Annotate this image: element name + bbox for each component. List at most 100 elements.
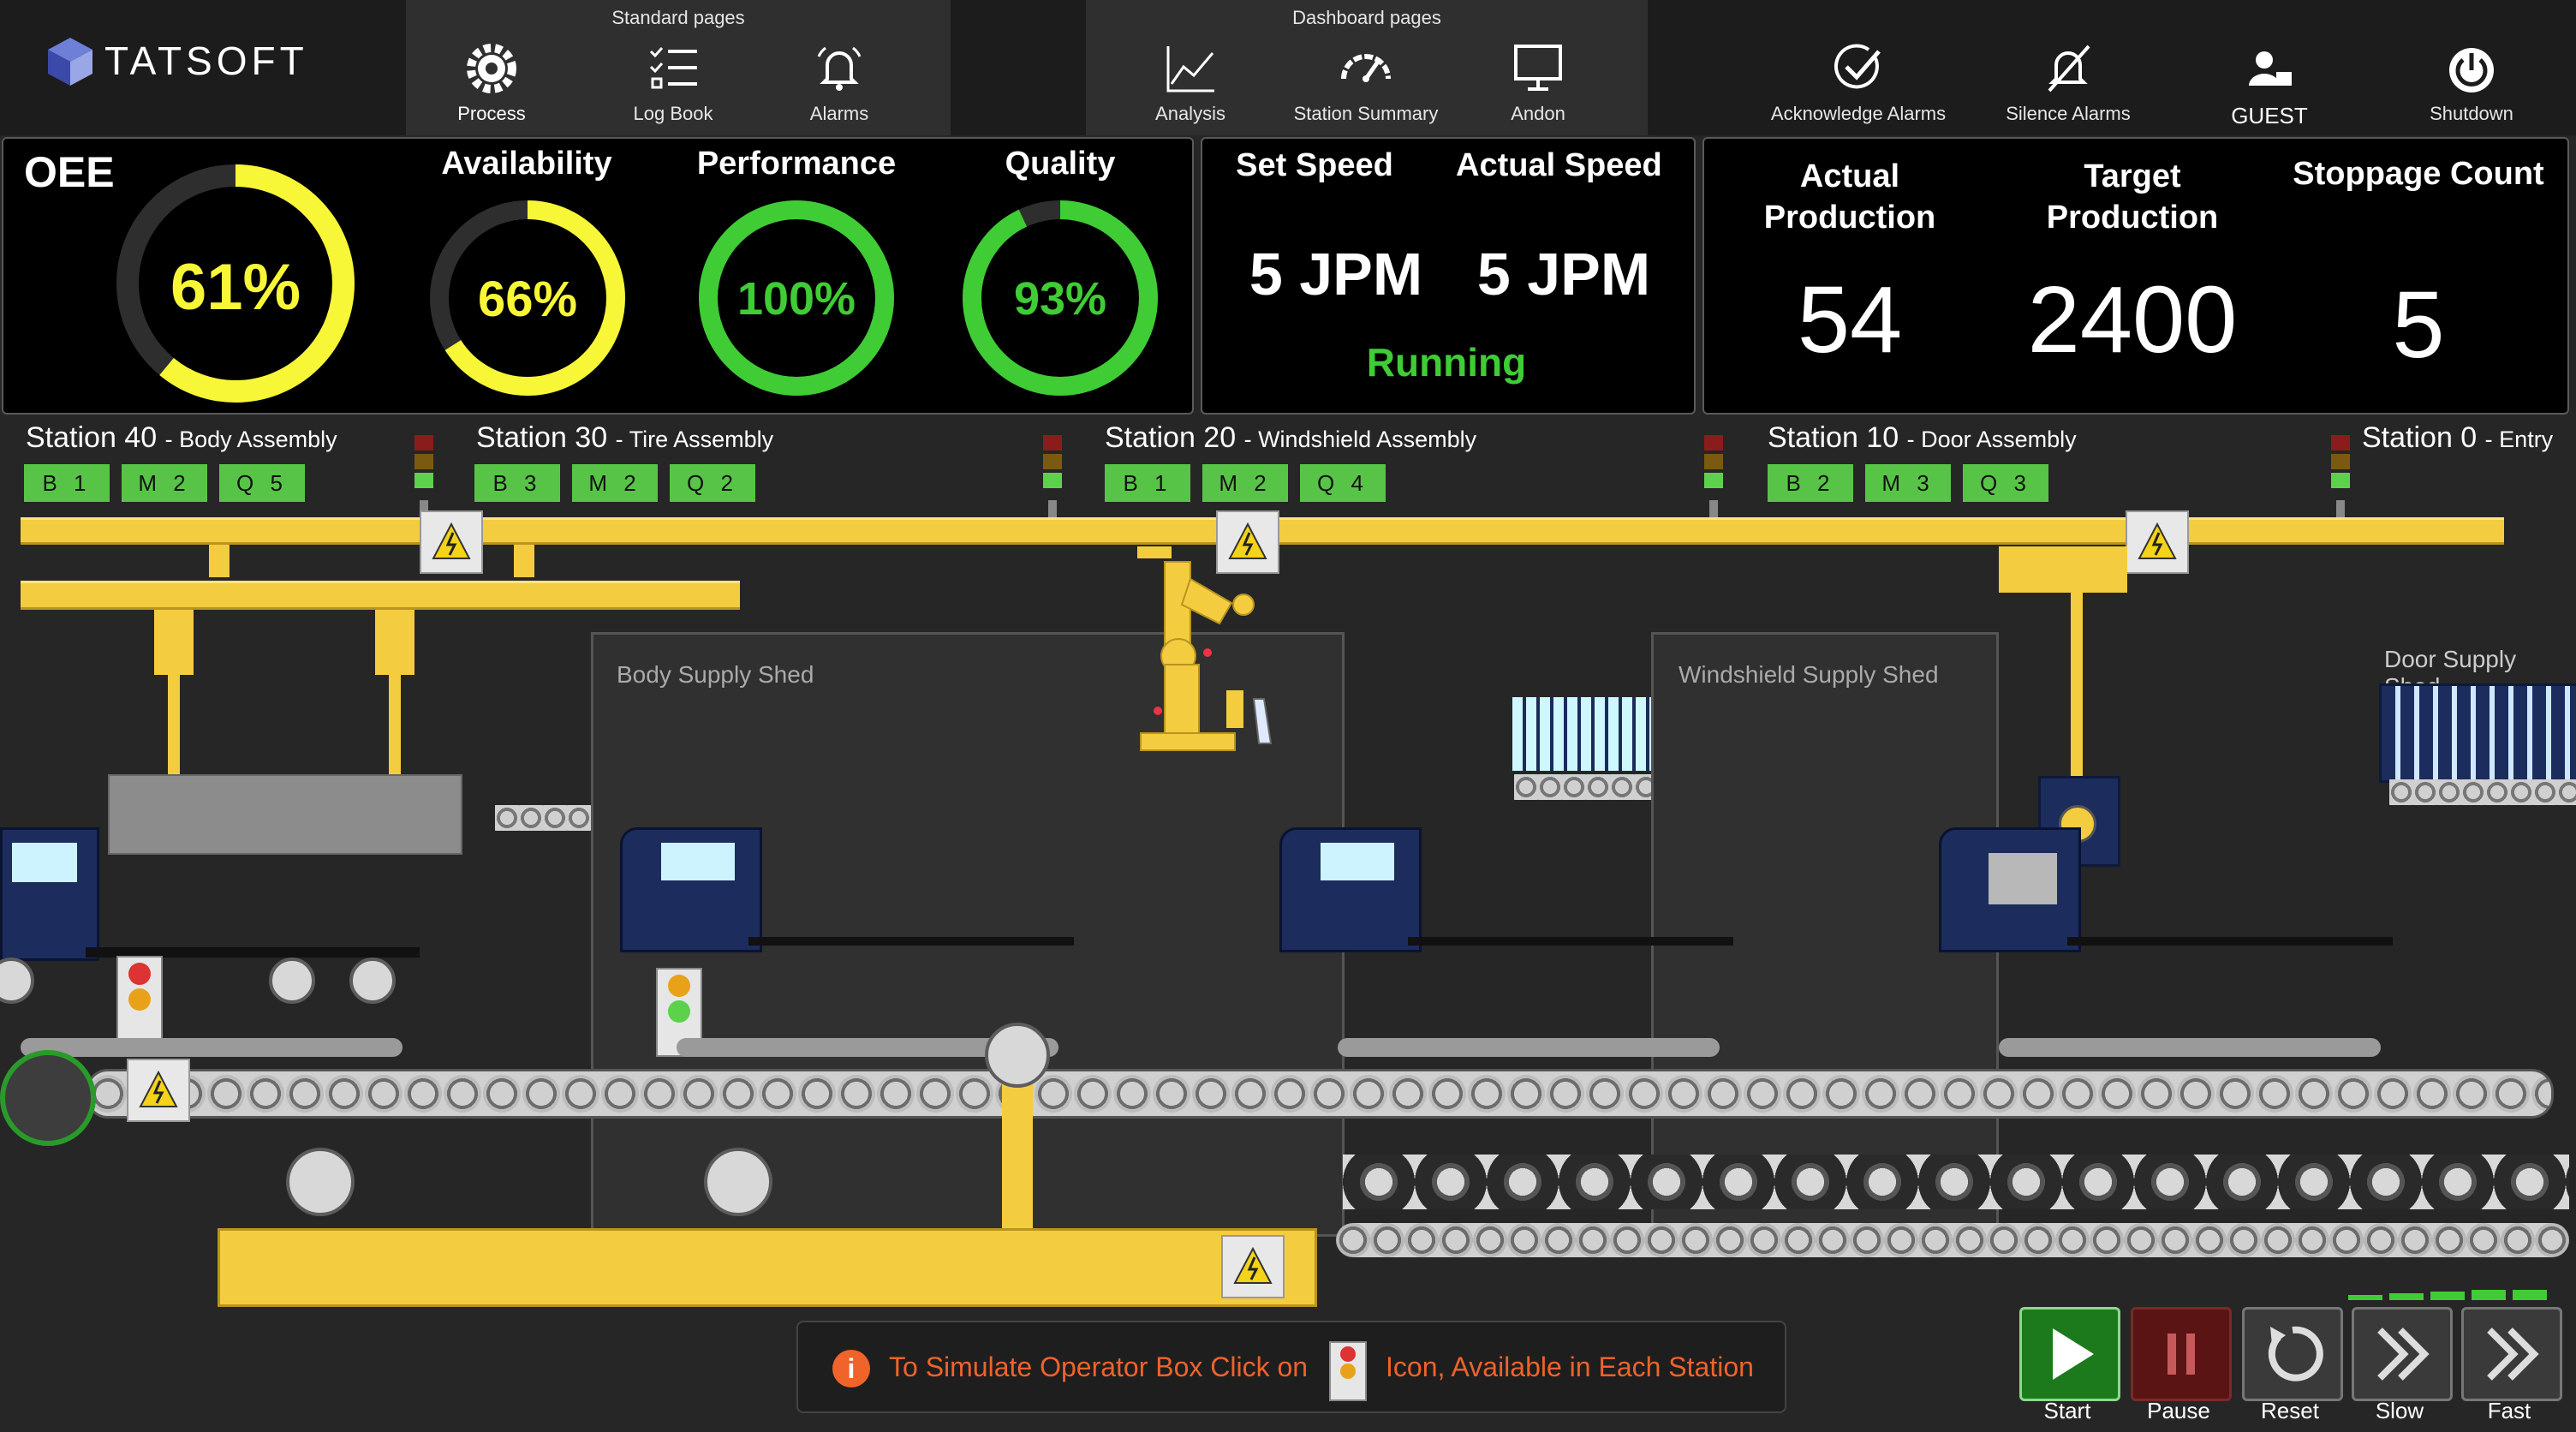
lightning-icon — [1233, 1246, 1273, 1284]
nav-process-label: Process — [457, 103, 526, 124]
user-icon — [2249, 51, 2292, 86]
nav-process-button[interactable]: Process — [440, 31, 543, 132]
silence-alarms-label: Silence Alarms — [2006, 103, 2131, 124]
door-supply-conveyor — [2389, 779, 2576, 805]
slow-icon — [2377, 1328, 2430, 1381]
speed-indicator — [2348, 1290, 2554, 1300]
shutdown-label: Shutdown — [2430, 103, 2513, 124]
pause-icon — [2168, 1334, 2195, 1375]
station-30-desc: - Tire Assembly — [615, 427, 774, 452]
station-40-light-box[interactable] — [116, 956, 163, 1045]
station-20-chip-q: Q 4 — [1300, 464, 1386, 502]
robot-arm — [1137, 546, 1273, 751]
truck-station-20 — [1279, 827, 1742, 952]
hint-text-right: Icon, Available in Each Station — [1386, 1351, 1754, 1382]
station-20-desc: - Windshield Assembly — [1243, 427, 1477, 452]
acknowledge-alarms-button[interactable]: Acknowledge Alarms — [1764, 31, 1953, 132]
gantry-arm — [154, 610, 194, 675]
station-10-operator-box[interactable] — [2126, 510, 2189, 574]
nav-station-summary-button[interactable]: Station Summary — [1285, 31, 1447, 132]
nav-log-book-label: Log Book — [633, 103, 713, 124]
hint-text-left: To Simulate Operator Box Click on — [889, 1351, 1309, 1382]
set-speed-title: Set Speed — [1236, 147, 1393, 183]
support-rail — [1338, 1038, 1720, 1057]
line-chart-icon — [1166, 46, 1214, 92]
support-rail — [21, 1038, 402, 1057]
reset-icon — [2268, 1326, 2323, 1381]
quality-value: 93% — [1013, 273, 1107, 325]
station-30-chip-m: M 2 — [572, 464, 658, 502]
door-gantry-head — [1999, 546, 2127, 593]
gantry-arm — [375, 610, 414, 675]
station-40-operator-box[interactable] — [420, 510, 483, 574]
pause-button[interactable] — [2131, 1307, 2232, 1401]
station-10-tower-light — [2331, 435, 2350, 492]
line-status: Running — [1366, 340, 1527, 385]
target-production-value: 2400 — [2027, 267, 2238, 373]
lightning-icon — [2138, 522, 2177, 559]
slow-button[interactable] — [2352, 1307, 2453, 1401]
station-20-chip-b: B 1 — [1105, 464, 1190, 502]
fast-icon — [2487, 1328, 2539, 1381]
target-production-title: Target Production — [2046, 158, 2219, 236]
actual-production-value: 54 — [1797, 267, 1903, 373]
reset-button[interactable] — [2242, 1307, 2343, 1401]
gantry-arm — [389, 675, 401, 776]
station-30-chip-q: Q 2 — [670, 464, 755, 502]
door-stack — [2379, 683, 2576, 783]
fast-button[interactable] — [2461, 1307, 2562, 1401]
bell-off-icon — [2048, 45, 2090, 92]
station-0-header: Station 0 - Entry — [2362, 421, 2553, 455]
nav-andon-button[interactable]: Andon — [1487, 31, 1589, 132]
gantry-arm — [168, 675, 180, 776]
shutdown-button[interactable]: Shutdown — [2420, 31, 2523, 132]
truck-station-40 — [0, 827, 428, 1016]
tatsoft-logo: TATSOFT — [43, 31, 325, 92]
station-40-chip-b: B 1 — [24, 464, 110, 502]
set-speed-value: 5 JPM — [1249, 241, 1423, 307]
station-10-chip-b: B 2 — [1768, 464, 1853, 502]
traffic-light-icon — [1329, 1341, 1367, 1401]
nav-log-book-button[interactable]: Log Book — [622, 31, 724, 132]
station-10-name: Station 10 — [1768, 421, 1899, 454]
user-guest-button[interactable]: GUEST — [2218, 31, 2321, 132]
silence-alarms-button[interactable]: Silence Alarms — [1987, 31, 2150, 132]
station-20-chip-m: M 2 — [1202, 464, 1288, 502]
alarm-bell-icon — [817, 46, 862, 91]
supply-conveyor-upper — [1343, 1155, 2569, 1209]
windshield-supply-shed-label: Windshield Supply Shed — [1679, 661, 1939, 688]
standard-pages-title: Standard pages — [611, 7, 745, 28]
station-40-header: Station 40 - Body Assembly — [26, 421, 337, 455]
station-10-header: Station 10 - Door Assembly — [1768, 421, 2077, 455]
logo-cube-icon — [48, 38, 92, 86]
windshield-stack — [1512, 697, 1651, 771]
dashboard-pages-title: Dashboard pages — [1292, 7, 1441, 28]
lower-platform — [218, 1228, 1317, 1307]
platform-operator-box[interactable] — [1221, 1235, 1285, 1298]
reset-label: Reset — [2261, 1398, 2319, 1423]
support-rail — [1999, 1038, 2381, 1057]
actual-speed-title: Actual Speed — [1456, 147, 1662, 183]
slow-label: Slow — [2375, 1398, 2424, 1423]
nav-station-summary-label: Station Summary — [1293, 103, 1439, 124]
nav-alarms-button[interactable]: Alarms — [788, 31, 891, 132]
availability-value: 66% — [477, 271, 578, 327]
station-40-tower-light — [414, 435, 433, 492]
start-button[interactable] — [2019, 1307, 2120, 1401]
stoppage-count-title: Stoppage Count — [2293, 156, 2544, 192]
oee-title: OEE — [24, 148, 115, 196]
station-10-chip-q: Q 3 — [1963, 464, 2048, 502]
availability-title: Availability — [441, 146, 612, 182]
oee-value: 61% — [170, 251, 301, 324]
windshield-supply-conveyor — [1514, 774, 1651, 800]
nav-analysis-button[interactable]: Analysis — [1139, 31, 1242, 132]
checklist-icon — [649, 47, 697, 89]
nav-analysis-label: Analysis — [1155, 103, 1225, 124]
conveyor-operator-box[interactable] — [127, 1059, 190, 1122]
simulation-hint: i To Simulate Operator Box Click on Icon… — [796, 1321, 1786, 1413]
station-10-desc: - Door Assembly — [1906, 427, 2077, 452]
body-supply-shed-label: Body Supply Shed — [617, 661, 814, 688]
station-40-name: Station 40 — [26, 421, 158, 454]
acknowledge-alarms-label: Acknowledge Alarms — [1770, 103, 1947, 124]
gear-icon — [467, 44, 516, 93]
